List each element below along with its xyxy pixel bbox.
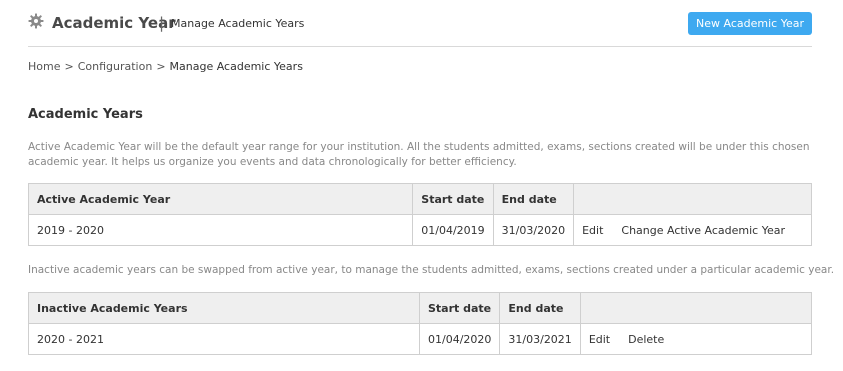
- table-row: 2020 - 2021 01/04/2020 31/03/2021 Edit De…: [28, 323, 813, 355]
- breadcrumb-current: Manage Academic Years: [169, 60, 303, 73]
- column-header-actions: [579, 292, 813, 324]
- breadcrumb-home[interactable]: Home: [28, 60, 60, 73]
- column-header-start-date: Start date: [418, 292, 501, 324]
- table-row: 2019 - 2020 01/04/2019 31/03/2020 Edit Ch…: [27, 214, 812, 246]
- page-header: Academic Year | Manage Academic Years Ne…: [28, 10, 812, 38]
- actions-cell: Edit Delete: [579, 323, 813, 355]
- section-title: Academic Years: [28, 107, 143, 122]
- breadcrumb: Home > Configuration > Manage Academic Years: [28, 60, 303, 73]
- actions-cell: Edit Change Active Academic Year: [573, 214, 812, 246]
- delete-link[interactable]: Delete: [628, 333, 664, 346]
- change-active-year-link[interactable]: Change Active Academic Year: [621, 224, 785, 237]
- active-year-description: Active Academic Year will be the default…: [28, 141, 810, 168]
- title-separator: |: [159, 14, 165, 32]
- start-date-cell: 01/04/2020: [418, 323, 501, 355]
- start-date-cell: 01/04/2019: [412, 214, 494, 246]
- column-header-inactive-years: Inactive Academic Years: [28, 292, 420, 324]
- end-date-cell: 31/03/2021: [499, 323, 581, 355]
- column-header-end-date: End date: [499, 292, 581, 324]
- edit-link[interactable]: Edit: [589, 333, 610, 346]
- column-header-end-date: End date: [492, 183, 575, 215]
- header-divider: [28, 46, 812, 47]
- column-header-actions: [573, 183, 812, 215]
- active-academic-year-table: Active Academic Year Start date End date…: [27, 183, 812, 246]
- edit-link[interactable]: Edit: [582, 224, 603, 237]
- year-cell: 2019 - 2020: [27, 214, 414, 246]
- breadcrumb-separator: >: [156, 60, 166, 73]
- page-subtitle: Manage Academic Years: [171, 17, 305, 30]
- gear-icon: [28, 13, 44, 29]
- end-date-cell: 31/03/2020: [492, 214, 575, 246]
- breadcrumb-separator: >: [64, 60, 74, 73]
- inactive-academic-years-table: Inactive Academic Years Start date End d…: [28, 292, 813, 355]
- table-header-row: Active Academic Year Start date End date: [27, 183, 812, 215]
- column-header-start-date: Start date: [412, 183, 494, 215]
- year-cell: 2020 - 2021: [28, 323, 420, 355]
- table-header-row: Inactive Academic Years Start date End d…: [28, 292, 813, 324]
- new-academic-year-button[interactable]: New Academic Year: [688, 12, 812, 35]
- breadcrumb-configuration[interactable]: Configuration: [78, 60, 153, 73]
- column-header-active-year: Active Academic Year: [27, 183, 414, 215]
- page-title: Academic Year: [52, 14, 176, 32]
- inactive-year-description: Inactive academic years can be swapped f…: [28, 264, 835, 276]
